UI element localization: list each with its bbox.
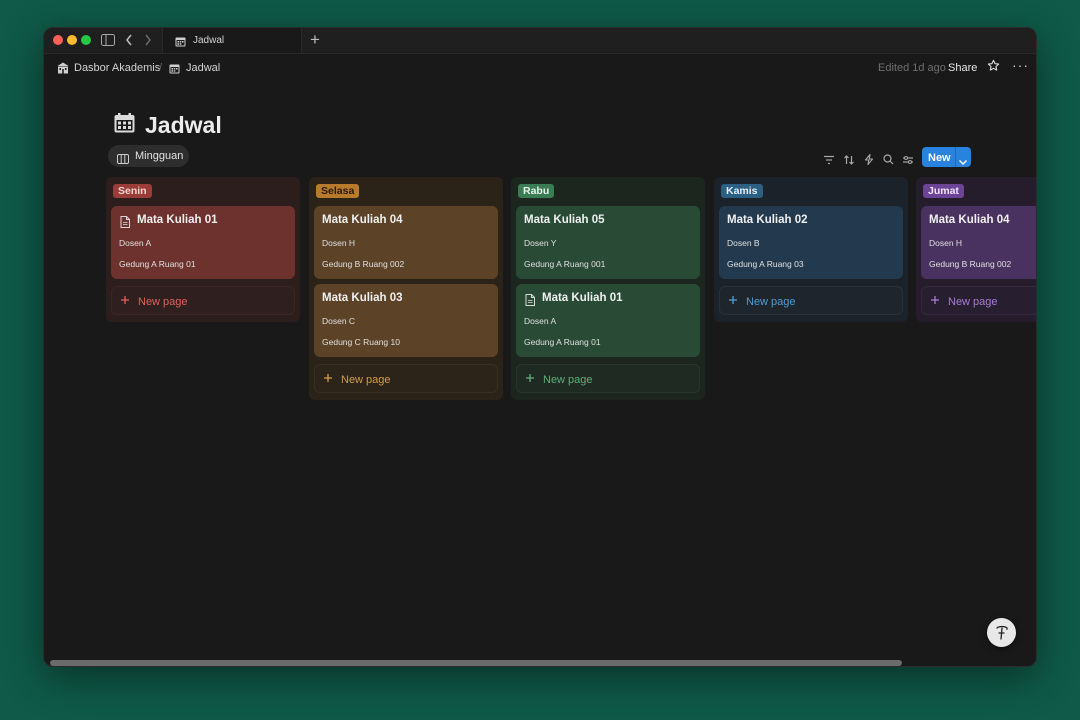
edited-status: Edited 1d ago (878, 62, 946, 74)
calendar-icon (169, 61, 180, 79)
schedule-card[interactable]: Mata Kuliah 02 Dosen B Gedung A Ruang 03 (719, 206, 903, 279)
board-column-senin: Senin Mata Kuliah 01 Dosen A Gedung A Ruang… (106, 177, 300, 322)
schedule-card[interactable]: Mata Kuliah 04 Dosen H Gedung B Ruang 002 (314, 206, 498, 279)
card-title: Mata Kuliah 03 (322, 292, 403, 304)
new-page-button[interactable]: New page (921, 286, 1036, 315)
new-page-button[interactable]: New page (111, 286, 295, 315)
board-column-jumat: Jumat Mata Kuliah 04 Dosen H Gedung B Ruang… (916, 177, 1036, 322)
new-page-button[interactable]: New page (314, 364, 498, 393)
help-icon (994, 624, 1010, 646)
filter-icon[interactable] (823, 152, 835, 170)
board-view-icon (117, 151, 129, 169)
schedule-card[interactable]: Mata Kuliah 03 Dosen C Gedung C Ruang 10 (314, 284, 498, 357)
page-icon (120, 215, 130, 233)
plus-icon (120, 295, 130, 308)
chevron-down-icon[interactable] (958, 153, 968, 171)
column-tag[interactable]: Rabu (518, 184, 555, 198)
schedule-card[interactable]: Mata Kuliah 05 Dosen Y Gedung A Ruang 001 (516, 206, 700, 279)
board-column-selasa: Selasa Mata Kuliah 04 Dosen H Gedung B Ruan… (309, 177, 503, 400)
card-lecturer: Dosen A (524, 316, 557, 326)
new-button[interactable]: New (922, 147, 971, 167)
page-title: Jadwal (145, 112, 222, 138)
forward-arrow-icon[interactable] (144, 34, 152, 48)
search-icon[interactable] (883, 152, 894, 170)
card-room: Gedung A Ruang 01 (119, 259, 196, 269)
card-title: Mata Kuliah 04 (322, 214, 403, 226)
card-room: Gedung C Ruang 10 (322, 337, 400, 347)
schedule-card[interactable]: Mata Kuliah 04 Dosen H Gedung B Ruang 002 (921, 206, 1036, 279)
breadcrumb-page[interactable]: Jadwal (186, 62, 220, 74)
new-button-label: New (928, 152, 951, 164)
card-title: Mata Kuliah 02 (727, 214, 808, 226)
plus-icon (323, 373, 333, 386)
card-title: Mata Kuliah 05 (524, 214, 605, 226)
card-lecturer: Dosen A (119, 238, 152, 248)
card-lecturer: Dosen Y (524, 238, 557, 248)
help-button[interactable] (987, 618, 1016, 647)
card-room: Gedung A Ruang 001 (524, 259, 606, 269)
card-lecturer: Dosen B (727, 238, 760, 248)
view-tab-label: Mingguan (135, 150, 184, 162)
new-page-label: New page (948, 296, 998, 308)
top-bar: Dasbor Akademis / Jadwal Edited 1d ago S… (44, 54, 1036, 82)
card-title: Mata Kuliah 01 (137, 214, 218, 226)
plus-icon (728, 295, 738, 308)
new-page-button[interactable]: New page (516, 364, 700, 393)
sort-icon[interactable] (843, 152, 855, 170)
new-page-label: New page (138, 296, 188, 308)
board-column-kamis: Kamis Mata Kuliah 02 Dosen B Gedung A Ruang… (714, 177, 908, 322)
plus-icon (930, 295, 940, 308)
schedule-card[interactable]: Mata Kuliah 01 Dosen A Gedung A Ruang 01 (111, 206, 295, 279)
close-window-button[interactable] (53, 35, 63, 45)
horizontal-scrollbar[interactable] (50, 660, 902, 666)
settings-sliders-icon[interactable] (902, 152, 914, 170)
card-room: Gedung A Ruang 03 (727, 259, 804, 269)
new-page-label: New page (746, 296, 796, 308)
maximize-window-button[interactable] (81, 35, 91, 45)
new-page-label: New page (341, 374, 391, 386)
calendar-icon (175, 34, 186, 52)
schedule-card[interactable]: Mata Kuliah 01 Dosen A Gedung A Ruang 01 (516, 284, 700, 357)
minimize-window-button[interactable] (67, 35, 77, 45)
board-column-rabu: Rabu Mata Kuliah 05 Dosen Y Gedung A Ruang … (511, 177, 705, 400)
new-page-label: New page (543, 374, 593, 386)
back-arrow-icon[interactable] (125, 34, 133, 48)
page-icon (525, 293, 535, 311)
more-options-icon[interactable]: ··· (1012, 57, 1029, 73)
plus-icon (525, 373, 535, 386)
column-tag[interactable]: Kamis (721, 184, 763, 198)
lightning-icon[interactable] (864, 152, 874, 170)
tab-jadwal[interactable]: Jadwal (162, 28, 302, 53)
calendar-icon (114, 113, 135, 138)
star-icon[interactable] (987, 59, 1000, 77)
card-room: Gedung A Ruang 01 (524, 337, 601, 347)
breadcrumb-separator: / (159, 62, 163, 74)
card-room: Gedung B Ruang 002 (929, 259, 1012, 269)
title-bar: Jadwal + (44, 28, 1036, 54)
new-tab-button[interactable]: + (310, 31, 320, 48)
app-window: Jadwal + Dasbor Akademis / Jadwal Edited… (43, 27, 1037, 667)
sidebar-toggle-icon[interactable] (101, 34, 115, 48)
card-room: Gedung B Ruang 002 (322, 259, 405, 269)
view-tab-mingguan[interactable]: Mingguan (108, 145, 189, 167)
breadcrumb-workspace[interactable]: Dasbor Akademis (74, 62, 160, 74)
tab-title: Jadwal (193, 35, 225, 46)
card-lecturer: Dosen H (322, 238, 356, 248)
card-title: Mata Kuliah 04 (929, 214, 1010, 226)
new-button-divider (955, 147, 956, 167)
card-lecturer: Dosen C (322, 316, 356, 326)
column-tag[interactable]: Senin (113, 184, 152, 198)
share-button[interactable]: Share (948, 62, 977, 74)
new-page-button[interactable]: New page (719, 286, 903, 315)
column-tag[interactable]: Jumat (923, 184, 964, 198)
card-title: Mata Kuliah 01 (542, 292, 623, 304)
column-tag[interactable]: Selasa (316, 184, 360, 198)
card-lecturer: Dosen H (929, 238, 963, 248)
school-icon (57, 61, 69, 79)
